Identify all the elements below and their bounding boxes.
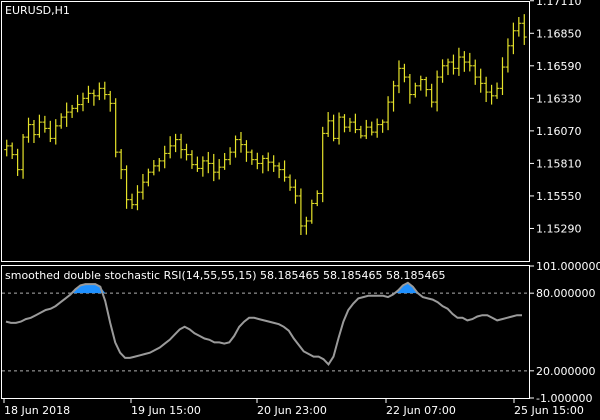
time-tick-label: 20 Jun 23:00 (257, 404, 327, 417)
indicator-tick-label: 80.000000 (536, 287, 596, 300)
indicator-tick-label: 20.000000 (536, 365, 596, 378)
price-tick-label: 1.17110 (536, 0, 582, 8)
time-tick-label: 22 Jun 07:00 (386, 404, 456, 417)
time-tick-label: 25 Jun 15:00 (514, 404, 584, 417)
price-tick-label: 1.16590 (536, 60, 582, 73)
symbol-label: EURUSD,H1 (5, 4, 70, 17)
price-tick-label: 1.16070 (536, 125, 582, 138)
indicator-tick-label: 101.000000 (536, 260, 600, 273)
price-tick-label: 1.15550 (536, 190, 582, 203)
price-tick-label: 1.15810 (536, 157, 582, 170)
time-tick-label: 18 Jun 2018 (4, 404, 70, 417)
price-tick-label: 1.15290 (536, 222, 582, 235)
chart-window[interactable]: 1.17110 1.16850 1.16590 1.16330 1.16070 1.158… (0, 0, 600, 420)
time-tick-label: 19 Jun 15:00 (131, 404, 201, 417)
price-tick-label: 1.16330 (536, 92, 582, 105)
indicator-label: smoothed double stochastic RSI(14,55,55,… (5, 269, 445, 282)
price-tick-label: 1.16850 (536, 27, 582, 40)
chart-background (0, 0, 600, 420)
